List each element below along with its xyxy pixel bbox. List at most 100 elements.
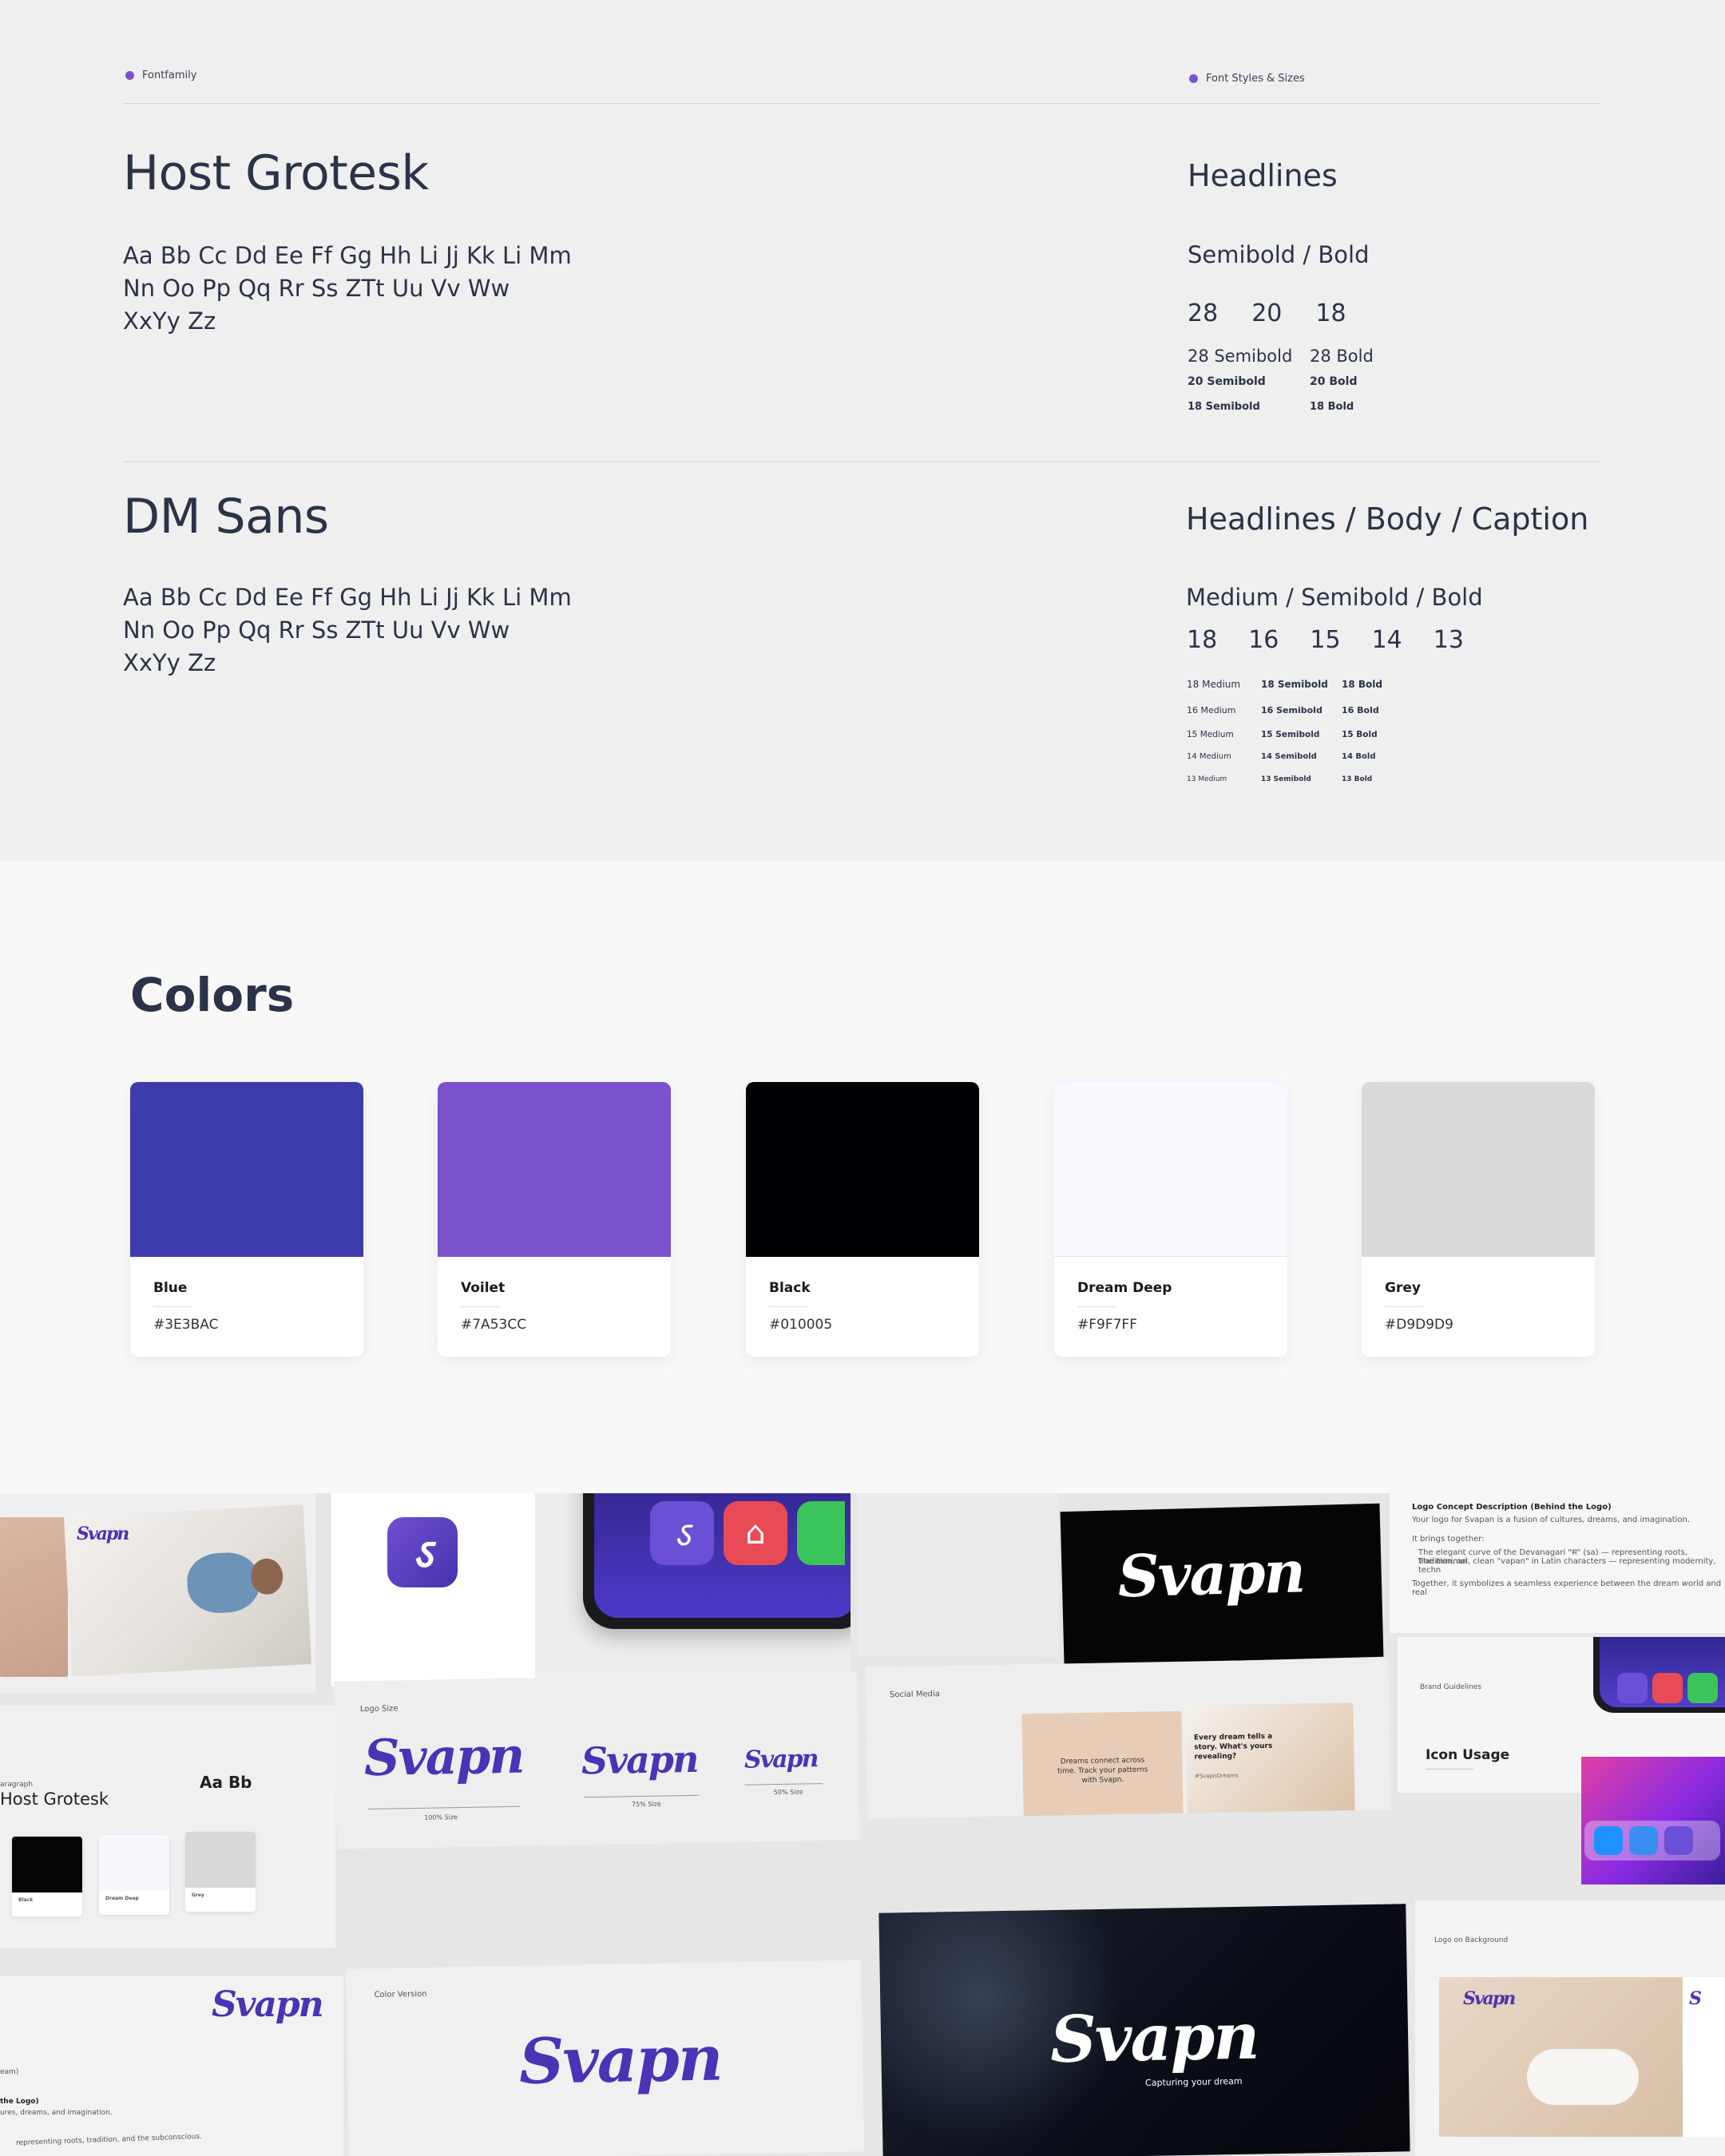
size-value: 13 — [1433, 626, 1464, 654]
size-caption: 75% Size — [631, 1800, 661, 1809]
social-card-2: Every dream tells a story. What's yours … — [1185, 1702, 1356, 1819]
divider — [1077, 1306, 1116, 1307]
style-row: 13 Medium 13 Semibold 13 Bold — [1187, 775, 1372, 783]
mini-swatch-grey: Grey — [185, 1832, 256, 1912]
size-rule — [744, 1783, 823, 1785]
app-icon: ऽ — [387, 1517, 458, 1587]
fontfamily-tag: Fontfamily — [125, 69, 196, 81]
color-swatch-voilet: Voilet #7A53CC — [438, 1082, 671, 1357]
concept-text: Together, it symbolizes a seamless exper… — [1412, 1579, 1722, 1597]
collage-tile-concept-text: Svapn eam) the Logo) ures, dreams, and i… — [0, 1976, 343, 2156]
mini-chip — [12, 1837, 82, 1892]
airbnb-app-icon: ⌂ — [724, 1501, 787, 1565]
color-hex: #D9D9D9 — [1385, 1317, 1453, 1333]
style-cell: 16 Semibold — [1261, 705, 1322, 715]
color-swatch-black: Black #010005 — [746, 1082, 979, 1357]
size-caption: 50% Size — [773, 1788, 803, 1797]
collage-tile-logo-on-background: Logo on Background Svapn S — [1415, 1900, 1725, 2156]
collage-tile-logo-concept: Logo Concept Description (Behind the Log… — [1390, 1493, 1725, 1633]
style-row: 20 Semibold 20 Bold — [1188, 375, 1357, 388]
logo-wordmark-white: Svapn — [1116, 1537, 1305, 1611]
collage-tile-logo-black: Svapn — [1060, 1503, 1384, 1666]
collage-tile-logo-size: Logo Size Svapn 100% Size Svapn 75% Size… — [334, 1672, 860, 1849]
color-name: Dream Deep — [1077, 1280, 1172, 1296]
color-chip — [746, 1082, 979, 1257]
style-row: 16 Medium 16 Semibold 16 Bold — [1187, 705, 1379, 715]
color-name: Voilet — [461, 1280, 506, 1296]
logo-on-background-label: Logo on Background — [1434, 1936, 1509, 1944]
color-chip — [130, 1082, 363, 1257]
mini-swatch-name: Dream Deep — [105, 1896, 139, 1901]
typography-section: Fontfamily Font Styles & Sizes Host Grot… — [0, 0, 1725, 861]
collage-tile-dark-hero: Svapn Capturing your dream — [878, 1904, 1410, 2156]
color-swatch-blue: Blue #3E3BAC — [130, 1082, 363, 1357]
photo-woman-on-bed: Svapn — [1439, 1977, 1687, 2137]
color-name: Black — [769, 1280, 811, 1296]
dock — [1584, 1821, 1720, 1861]
fontfamily-label: Fontfamily — [142, 69, 197, 81]
color-swatch-dream-deep: Dream Deep #F9F7FF — [1054, 1082, 1287, 1357]
color-hex: #F9F7FF — [1077, 1317, 1137, 1333]
icon-usage-title: Icon Usage — [1426, 1747, 1510, 1763]
brand-collage: Svapn ऽ ऽ ⌂ Svapn Logo Concept Descripti… — [0, 1493, 1725, 2156]
style-row: 28 Semibold 28 Bold — [1188, 347, 1374, 366]
divider — [1385, 1306, 1423, 1307]
style-cell: 15 Semibold — [1261, 730, 1320, 739]
color-swatch-grey: Grey #D9D9D9 — [1362, 1082, 1595, 1357]
paragraph-label: aragraph — [0, 1781, 34, 1789]
logo-wordmark: Svapn — [212, 1984, 324, 2025]
mini-chip — [99, 1835, 169, 1891]
logo-wordmark: Svapn — [1463, 1988, 1516, 2009]
mini-chip — [185, 1832, 256, 1888]
size-list: 18 16 15 14 13 — [1187, 626, 1464, 654]
shirt-shape — [185, 1551, 261, 1615]
logo-75: Svapn — [581, 1737, 698, 1783]
app-icon — [1664, 1826, 1693, 1855]
mini-swatch-name: Black — [18, 1897, 34, 1903]
size-value: 16 — [1248, 626, 1279, 654]
collage-tile-social-media: Social Media Dreams connect across time.… — [865, 1658, 1391, 1819]
hashtag: #SvapnDreams — [1194, 1772, 1239, 1780]
alphabet-sample-dm: Aa Bb Cc Dd Ee Ff Gg Hh Li Jj Kk Li Mm N… — [123, 581, 650, 680]
collage-tile-hero-photo: Svapn — [0, 1493, 315, 1693]
logo-size-label: Logo Size — [359, 1704, 399, 1714]
weights-label: Medium / Semibold / Bold — [1186, 584, 1483, 611]
host-grotesk-label: Host Grotesk — [0, 1789, 109, 1809]
concept-text: The minimal, clean "vapan" in Latin char… — [1418, 1557, 1716, 1575]
alphabet-line: Nn Oo Pp Qq Rr Ss ZTt Uu Vv Ww — [123, 275, 510, 302]
size-value: 15 — [1310, 626, 1341, 654]
logo-wordmark: S — [1689, 1988, 1702, 2009]
style-cell: 18 Medium — [1187, 679, 1241, 690]
font-styles-tag: Font Styles & Sizes — [1189, 73, 1305, 85]
colors-title: Colors — [130, 968, 295, 1022]
messages-app-icon — [797, 1501, 845, 1565]
color-hex: #7A53CC — [461, 1317, 527, 1333]
mini-swatch-black: Black — [12, 1837, 82, 1916]
color-chip — [438, 1082, 671, 1257]
color-version-label: Color Version — [374, 1989, 427, 2000]
style-cell: 20 Bold — [1310, 375, 1358, 388]
concept-text: Your logo for Svapan is a fusion of cult… — [1412, 1516, 1691, 1524]
text-fragment: representing roots, tradition, and the s… — [15, 2132, 203, 2148]
app-icon: ऽ — [650, 1501, 714, 1565]
mail-icon — [1629, 1826, 1658, 1855]
style-row: 18 Medium 18 Semibold 18 Bold — [1187, 679, 1382, 690]
app-store-icon — [1594, 1826, 1623, 1855]
app-icon — [1617, 1673, 1648, 1703]
size-caption: 100% Size — [424, 1813, 458, 1821]
logo-color-version: Svapn — [518, 2022, 723, 2099]
size-value: 20 — [1251, 299, 1283, 327]
size-value: 18 — [1187, 626, 1218, 654]
tagline: Capturing your dream — [1144, 2075, 1243, 2088]
style-cell: 18 Semibold — [1188, 401, 1260, 413]
style-cell: 16 Medium — [1187, 705, 1236, 715]
style-row: 15 Medium 15 Semibold 15 Bold — [1187, 730, 1378, 739]
headlines-title: Headlines — [1188, 158, 1338, 193]
size-value: 14 — [1371, 626, 1402, 654]
style-cell: 16 Bold — [1342, 705, 1379, 715]
size-rule — [368, 1805, 520, 1810]
style-cell: 13 Medium — [1187, 775, 1227, 783]
alphabet-line: Aa Bb Cc Dd Ee Ff Gg Hh Li Jj Kk Li Mm — [123, 584, 572, 611]
photo-person — [0, 1517, 68, 1677]
color-chip — [1054, 1082, 1287, 1257]
